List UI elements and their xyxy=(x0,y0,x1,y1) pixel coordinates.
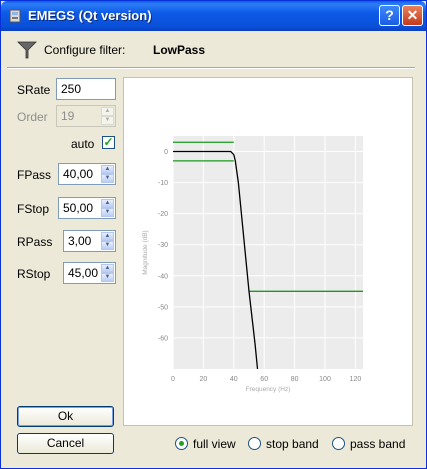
rpass-value: 3,00 xyxy=(68,234,92,248)
order-spinbox[interactable]: 19 ▲ ▼ xyxy=(56,105,116,127)
spin-up-icon[interactable]: ▲ xyxy=(101,199,114,208)
spin-down-icon[interactable]: ▼ xyxy=(101,116,114,125)
rstop-label: RStop xyxy=(17,267,51,281)
plot-panel: 0 20 40 60 80 100 120 0 -10 -20 -30 -40 -50 -60 Freque… xyxy=(123,77,413,426)
filter-header: Configure filter: LowPass xyxy=(17,39,417,61)
y-tick-label: -20 xyxy=(158,211,168,218)
pass-band-label[interactable]: pass band xyxy=(350,437,405,451)
ok-button[interactable]: Ok xyxy=(17,406,114,427)
fstop-label: FStop xyxy=(17,202,50,216)
y-axis-label: Magnitude (dB) xyxy=(142,230,149,274)
x-axis-label: Frequency (Hz) xyxy=(246,386,291,393)
order-label: Order xyxy=(17,110,48,124)
radio-selected-dot xyxy=(179,441,184,446)
srate-input[interactable]: 250 xyxy=(56,78,116,100)
spin-down-icon[interactable]: ▼ xyxy=(101,273,114,282)
radio-full-view[interactable] xyxy=(175,437,188,450)
fstop-value: 50,00 xyxy=(63,201,94,215)
x-tick-label: 80 xyxy=(291,376,299,383)
spin-up-icon[interactable]: ▲ xyxy=(101,264,114,273)
funnel-icon xyxy=(17,41,37,59)
y-tick-label: -50 xyxy=(158,304,168,311)
title-bar[interactable]: EMEGS (Qt version) ? ✕ xyxy=(1,1,426,31)
y-tick-label: -30 xyxy=(158,242,168,249)
order-value: 19 xyxy=(61,109,75,123)
auto-label: auto xyxy=(71,137,95,151)
cancel-button[interactable]: Cancel xyxy=(17,433,114,454)
spin-up-icon[interactable]: ▲ xyxy=(101,107,114,116)
rpass-spinbox[interactable]: 3,00 ▲ ▼ xyxy=(63,230,116,252)
y-tick-label: 0 xyxy=(164,149,168,156)
stop-band-label[interactable]: stop band xyxy=(266,437,319,451)
x-tick-label: 40 xyxy=(230,376,238,383)
y-tick-label: -40 xyxy=(158,273,168,280)
spin-down-icon[interactable]: ▼ xyxy=(101,174,114,183)
y-tick-label: -10 xyxy=(158,180,168,187)
srate-label: SRate xyxy=(17,83,51,97)
x-tick-label: 100 xyxy=(319,376,331,383)
x-tick-label: 0 xyxy=(171,376,175,383)
plot-background xyxy=(173,136,363,369)
rstop-value: 45,00 xyxy=(68,266,99,280)
help-button[interactable]: ? xyxy=(379,5,400,26)
rstop-spinbox[interactable]: 45,00 ▲ ▼ xyxy=(63,262,116,284)
app-icon xyxy=(9,9,21,23)
fpass-spinbox[interactable]: 40,00 ▲ ▼ xyxy=(58,163,116,185)
fstop-spinbox[interactable]: 50,00 ▲ ▼ xyxy=(58,197,116,219)
spin-down-icon[interactable]: ▼ xyxy=(101,241,114,250)
x-tick-label: 120 xyxy=(350,376,362,383)
window-title: EMEGS (Qt version) xyxy=(28,8,152,23)
radio-stop-band[interactable] xyxy=(248,437,261,450)
fpass-value: 40,00 xyxy=(63,167,94,181)
magnitude-chart: 0 20 40 60 80 100 120 0 -10 -20 -30 -40 -50 -60 Freque… xyxy=(142,136,363,393)
spin-up-icon[interactable]: ▲ xyxy=(101,232,114,241)
x-tick-label: 20 xyxy=(200,376,208,383)
rpass-label: RPass xyxy=(17,235,53,249)
radio-pass-band[interactable] xyxy=(332,437,345,450)
spin-up-icon[interactable]: ▲ xyxy=(101,165,114,174)
filter-name: LowPass xyxy=(153,43,206,57)
full-view-label[interactable]: full view xyxy=(193,437,236,451)
fpass-label: FPass xyxy=(17,168,52,182)
configure-filter-label: Configure filter: xyxy=(44,43,126,57)
close-button[interactable]: ✕ xyxy=(402,5,423,26)
header-divider xyxy=(7,67,415,69)
spin-down-icon[interactable]: ▼ xyxy=(101,208,114,217)
x-tick-label: 60 xyxy=(260,376,268,383)
y-tick-label: -60 xyxy=(158,335,168,342)
app-window: EMEGS (Qt version) ? ✕ Configure filter:… xyxy=(0,0,427,469)
auto-checkbox[interactable]: ✓ xyxy=(102,136,115,149)
